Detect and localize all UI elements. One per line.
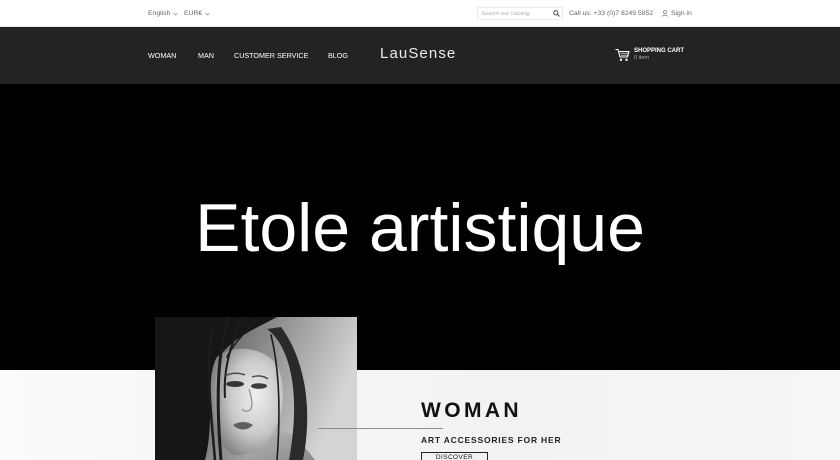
nav-item-customer-service[interactable]: CUSTOMER SERVICE <box>234 51 308 60</box>
portrait-photo <box>155 317 357 460</box>
chevron-down-icon <box>205 12 210 15</box>
hero-title: Etole artistique <box>195 190 645 266</box>
language-selector[interactable]: English <box>148 9 179 18</box>
search-input[interactable] <box>478 8 550 19</box>
sign-in-link[interactable]: Sign in <box>662 9 692 18</box>
feature-section <box>0 370 840 460</box>
cart-summary: SHOPPING CART 0 item <box>634 48 684 62</box>
search-icon <box>552 10 560 17</box>
site-logo[interactable]: LauSense <box>380 46 456 62</box>
currency-selector[interactable]: EUR€ <box>184 9 210 18</box>
language-label: English <box>148 10 171 17</box>
main-header: WOMAN MAN CUSTOMER SERVICE BLOG LauSense… <box>0 27 840 84</box>
cart-icon <box>615 48 630 61</box>
top-bar: English EUR€ Call us: +33 (0)7 8249 5852… <box>0 0 840 27</box>
cart-label: SHOPPING CART <box>634 48 685 54</box>
currency-label: EUR€ <box>184 10 203 17</box>
feature-heading: WOMAN <box>421 399 522 422</box>
portrait-eye-right <box>251 383 267 389</box>
woman-portrait-image <box>155 317 357 460</box>
portrait-eye-left <box>226 381 244 387</box>
decorative-divider-line <box>318 428 443 429</box>
nav-item-man[interactable]: MAN <box>198 51 214 60</box>
cart-item-count: 0 item <box>634 55 649 61</box>
call-us-text: Call us: +33 (0)7 8249 5852 <box>569 10 654 17</box>
discover-button[interactable]: DISCOVER <box>421 452 488 460</box>
search-button[interactable] <box>550 8 562 19</box>
sign-in-label: Sign in <box>671 10 692 17</box>
hero-banner: Etole artistique <box>0 84 840 370</box>
nav-item-woman[interactable]: WOMAN <box>148 51 176 60</box>
user-icon <box>662 10 668 17</box>
feature-subheading: ART ACCESSORIES FOR HER <box>421 435 562 445</box>
nav-item-blog[interactable]: BLOG <box>328 51 348 60</box>
shopping-cart-button[interactable]: SHOPPING CART 0 item <box>615 47 684 63</box>
search-box <box>477 7 563 20</box>
chevron-down-icon <box>173 12 179 15</box>
contact-phone: Call us: +33 (0)7 8249 5852 <box>569 9 653 18</box>
